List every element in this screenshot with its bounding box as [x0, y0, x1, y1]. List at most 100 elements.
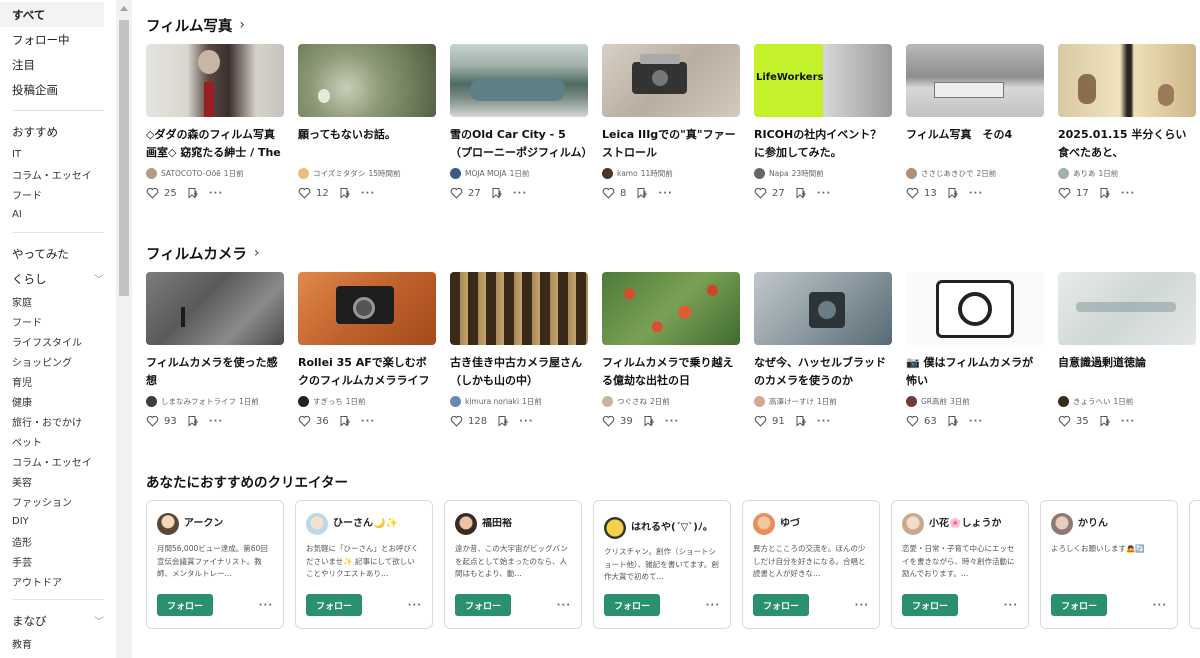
heart-icon[interactable] [754, 415, 767, 427]
creator-avatar[interactable] [1051, 513, 1073, 535]
creator-card[interactable]: 小花🌸しょうか 恋愛・日常・子育て中心にエッセイを書きながら、時々創作活動に励ん… [891, 500, 1029, 629]
nav-kurashi-item[interactable]: アウトドア [0, 571, 116, 591]
creator-card[interactable]: ひーさん🌙✨ お気軽に「ひーさん」とお呼びくださいませ✨ 記事にして欲しいことや… [295, 500, 433, 629]
scroll-up-arrow-icon[interactable] [120, 6, 128, 11]
creator-name[interactable]: 福田裕 [482, 518, 512, 530]
article-thumbnail[interactable] [906, 44, 1044, 117]
author-name[interactable]: きょうへい [1073, 396, 1111, 407]
heart-icon[interactable] [602, 415, 615, 427]
creator-avatar[interactable] [306, 513, 328, 535]
more-icon[interactable]: ··· [817, 188, 831, 199]
author-name[interactable]: kamo [617, 169, 638, 178]
bookmark-save-icon[interactable] [947, 187, 959, 199]
section-title-film-photo[interactable]: フィルム写真 › [146, 15, 245, 35]
more-icon[interactable]: ··· [408, 600, 422, 611]
author-avatar[interactable] [298, 395, 309, 407]
author-avatar[interactable] [146, 167, 157, 179]
creator-card[interactable]: ゆづ 異方とこころの交流を。ほんの少しだけ自分を好きになる。合唱と読書と人が好き… [742, 500, 880, 629]
more-icon[interactable]: ··· [209, 188, 223, 199]
sidebar-scrollbar[interactable] [116, 0, 132, 658]
article-title[interactable]: 2025.01.15 半分くらい食べたあと、 [1058, 126, 1196, 162]
bookmark-save-icon[interactable] [339, 415, 351, 427]
heart-icon[interactable] [450, 187, 463, 199]
more-icon[interactable]: ··· [706, 600, 720, 611]
heart-icon[interactable] [450, 415, 463, 427]
article-thumbnail[interactable] [450, 272, 588, 345]
article-title[interactable]: Rollei 35 AFで楽しむボクのフィルムカメラライフ [298, 354, 436, 390]
creator-name[interactable]: ひーさん🌙✨ [333, 518, 398, 530]
author-name[interactable]: MOJA MOJA [465, 169, 507, 178]
author-avatar[interactable] [906, 395, 917, 407]
author-avatar[interactable] [1058, 167, 1069, 179]
more-icon[interactable]: ··· [855, 600, 869, 611]
author-name[interactable]: 高澤けーすけ [769, 396, 814, 407]
article-title[interactable]: フィルムカメラを使った感想 [146, 354, 284, 390]
creator-avatar[interactable] [902, 513, 924, 535]
bookmark-save-icon[interactable] [795, 187, 807, 199]
nav-osusume[interactable]: おすすめ [0, 119, 116, 144]
more-icon[interactable]: ··· [969, 188, 983, 199]
bookmark-save-icon[interactable] [1099, 415, 1111, 427]
article-title[interactable]: なぜ今、ハッセルブラッドのカメラを使うのか [754, 354, 892, 390]
heart-icon[interactable] [146, 415, 159, 427]
article-card[interactable]: フィルムカメラを使った感想 しまなみフォトライフ 1日前 93 ··· [146, 272, 284, 428]
article-card[interactable]: フィルムカメラで乗り越える億劫な出社の日 つぐさね 2日前 39 ··· [602, 272, 740, 428]
creator-name[interactable]: かりん [1078, 518, 1108, 530]
nav-kurashi-item[interactable]: 美容 [0, 471, 116, 491]
article-title[interactable]: RICOHの社内イベント？に参加してみた。 [754, 126, 892, 162]
article-thumbnail[interactable] [754, 272, 892, 345]
author-avatar[interactable] [298, 167, 309, 179]
author-name[interactable]: kimura noriaki [465, 397, 519, 406]
nav-kurashi-item[interactable]: 家庭 [0, 291, 116, 311]
heart-icon[interactable] [1058, 415, 1071, 427]
creator-card[interactable]: 福田裕 遠か昔、この大宇宙がビッグバンを起点として始まったのなら、人間はもとより… [444, 500, 582, 629]
nav-manabi[interactable]: まなび ﹀ [0, 608, 116, 633]
article-card[interactable]: Rollei 35 AFで楽しむボクのフィルムカメラライフ すぎっち 1日前 36… [298, 272, 436, 428]
nav-kurashi-item[interactable]: 手芸 [0, 551, 116, 571]
more-icon[interactable]: ··· [658, 188, 672, 199]
more-icon[interactable]: ··· [361, 416, 375, 427]
author-name[interactable]: つぐさね [617, 396, 647, 407]
article-title[interactable]: 願ってもないお話。 [298, 126, 436, 162]
article-thumbnail[interactable] [298, 44, 436, 117]
nav-yattemita[interactable]: やってみた [0, 241, 116, 266]
nav-kurashi-item[interactable]: 健康 [0, 391, 116, 411]
follow-button[interactable]: フォロー [753, 594, 809, 616]
heart-icon[interactable] [754, 187, 767, 199]
article-card[interactable]: 古き佳き中古カメラ屋さん（しかも山の中） kimura noriaki 1日前 1… [450, 272, 588, 428]
author-avatar[interactable] [450, 395, 461, 407]
scrollbar-thumb[interactable] [119, 20, 129, 296]
creator-card[interactable]: アークン 月間56,000ビュー達成。第60回宣伝会議賞ファイナリスト。教師、メ… [146, 500, 284, 629]
nav-kurashi-item[interactable]: ペット [0, 431, 116, 451]
author-avatar[interactable] [602, 395, 613, 407]
article-thumbnail[interactable] [146, 44, 284, 117]
bookmark-save-icon[interactable] [187, 187, 199, 199]
more-icon[interactable]: ··· [817, 416, 831, 427]
article-title[interactable]: フィルムカメラで乗り越える億劫な出社の日 [602, 354, 740, 390]
nav-kurashi[interactable]: くらし ﹀ [0, 266, 116, 291]
author-avatar[interactable] [450, 167, 461, 179]
author-avatar[interactable] [754, 167, 765, 179]
follow-button[interactable]: フォロー [902, 594, 958, 616]
article-card[interactable]: なぜ今、ハッセルブラッドのカメラを使うのか 高澤けーすけ 1日前 91 ··· [754, 272, 892, 428]
article-thumbnail[interactable] [602, 272, 740, 345]
article-thumbnail[interactable] [602, 44, 740, 117]
more-icon[interactable]: ··· [665, 416, 679, 427]
article-thumbnail[interactable] [450, 44, 588, 117]
article-thumbnail[interactable] [298, 272, 436, 345]
nav-kurashi-item[interactable]: 旅行・おでかけ [0, 411, 116, 431]
creator-name[interactable]: ゆづ [780, 518, 800, 530]
article-title[interactable]: ◇ダダの森のフィルム写真画室◇ 窈窕たる紳士 / The Classy Gent… [146, 126, 284, 162]
more-icon[interactable]: ··· [1004, 600, 1018, 611]
bookmark-save-icon[interactable] [947, 415, 959, 427]
bookmark-save-icon[interactable] [491, 187, 503, 199]
nav-kurashi-item[interactable]: コラム・エッセイ [0, 451, 116, 471]
bookmark-save-icon[interactable] [795, 415, 807, 427]
creator-avatar[interactable] [157, 513, 179, 535]
bookmark-save-icon[interactable] [643, 415, 655, 427]
more-icon[interactable]: ··· [1121, 188, 1135, 199]
author-avatar[interactable] [906, 167, 917, 179]
article-title[interactable]: 古き佳き中古カメラ屋さん（しかも山の中） [450, 354, 588, 390]
follow-button[interactable]: フォロー [157, 594, 213, 616]
nav-featured[interactable]: 注目 [0, 52, 116, 77]
